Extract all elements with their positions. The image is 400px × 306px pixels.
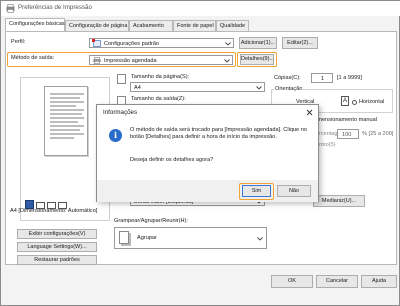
scaling-input[interactable]: 100 (337, 129, 359, 139)
landscape-icon: A (341, 96, 349, 106)
collate-icon (119, 231, 129, 244)
chevron-down-icon (256, 86, 262, 90)
close-icon[interactable] (306, 109, 313, 116)
chevron-down-icon (257, 237, 263, 241)
ok-button[interactable]: OK (271, 275, 313, 288)
edit-profile-button[interactable]: Editar(2)... (282, 37, 318, 49)
copies-range: [1 a 9999] (337, 75, 362, 81)
chevron-down-icon (225, 42, 231, 46)
output-size-label: Tamanho da saída(Z): (131, 96, 186, 102)
tab-page-setup[interactable]: Configuração de página (65, 20, 129, 31)
page-size-select[interactable]: A4 (130, 82, 265, 92)
yes-button[interactable]: Sim (242, 185, 271, 197)
landscape-option-label[interactable]: Horizontal (359, 99, 384, 105)
page-preview (44, 86, 88, 156)
cancel-button[interactable]: Cancelar (316, 275, 358, 288)
orientation-label: Orientação (274, 86, 304, 92)
tab-paper-source[interactable]: Fonte de papel (173, 20, 216, 31)
show-settings-button[interactable]: Exibir configurações(V) (17, 229, 97, 239)
info-icon: i (109, 129, 122, 142)
printer-icon (6, 4, 15, 13)
profile-label: Perfil: (11, 39, 26, 45)
information-dialog: Informações i O método de saída será tro… (96, 104, 319, 202)
output-method-value: Impressão agendada (104, 57, 157, 64)
page-size-label: Tamanho da página(S): (131, 74, 190, 80)
restore-defaults-button[interactable]: Restaurar padrões (17, 255, 97, 265)
page-size-value: A4 (134, 84, 141, 91)
gutter-button[interactable]: Medianiz(U)... (313, 195, 365, 207)
preview-caption: A4 [Dimensionamento: Automático] (10, 208, 98, 214)
tab-quality[interactable]: Qualidade (216, 20, 249, 31)
title-bar: Preferências de Impressão (1, 1, 400, 16)
output-method-label: Método de saída: (11, 55, 55, 61)
staple-collate-select[interactable]: Agrupar (114, 227, 267, 249)
dialog-title: Informações (103, 109, 138, 116)
staple-collate-value: Agrupar (137, 235, 157, 241)
language-settings-button[interactable]: Language Settings(W)... (17, 242, 97, 252)
profile-select[interactable]: Configurações padrão (89, 38, 234, 48)
scaling-value: 100 (342, 131, 352, 138)
dialog-button-bar: Sim Não (97, 180, 318, 202)
profile-value: Configurações padrão (104, 40, 160, 47)
tab-finishing[interactable]: Acabamento (129, 20, 173, 31)
copies-label: Cópias(C): (274, 75, 301, 81)
landscape-radio[interactable] (352, 100, 357, 105)
profile-flag-icon (92, 39, 95, 42)
page-size-icon (117, 74, 126, 84)
manual-scaling-label: Dimensionamento manual (312, 117, 377, 123)
details-button[interactable]: Detalhes(9)... (240, 54, 274, 65)
no-button[interactable]: Não (277, 185, 311, 197)
chevron-down-icon (224, 59, 230, 63)
copies-input[interactable]: 1 (311, 73, 333, 83)
window-title: Preferências de Impressão (18, 4, 92, 11)
dialog-message: O método de saída será trocado para [Imp… (130, 127, 307, 140)
help-button[interactable]: Ajuda (361, 275, 397, 288)
printer-icon (93, 57, 101, 64)
tab-basic-settings[interactable]: Configurações básicas (5, 18, 65, 32)
scaling-range: % [25 a 200] (362, 131, 394, 137)
copies-value: 1 (321, 75, 325, 82)
staple-collate-label: Grampear/Agrupar/Reunir(H): (114, 218, 188, 224)
preferences-window: Preferências de Impressão Configurações … (0, 0, 400, 306)
output-method-select[interactable]: Impressão agendada (89, 55, 233, 65)
dialog-question: Deseja definir os detalhes agora? (130, 157, 214, 163)
add-profile-button[interactable]: Adicionar(1)... (239, 37, 277, 49)
